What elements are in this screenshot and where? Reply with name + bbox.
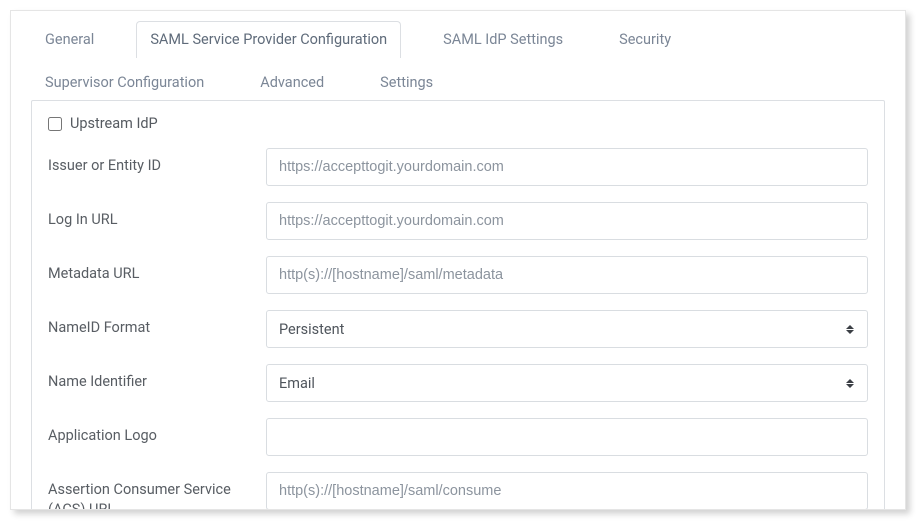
- metadata-url-input[interactable]: [266, 256, 868, 294]
- tab-supervisor[interactable]: Supervisor Configuration: [31, 64, 218, 101]
- saml-sp-panel: Upstream IdP Issuer or Entity ID Log In …: [31, 100, 885, 510]
- login-url-label: Log In URL: [48, 202, 266, 230]
- acs-url-label: Assertion Consumer Service (ACS) URL: [48, 472, 266, 510]
- tab-general[interactable]: General: [31, 21, 108, 58]
- upstream-idp-label[interactable]: Upstream IdP: [70, 115, 158, 132]
- name-identifier-label: Name Identifier: [48, 364, 266, 392]
- nameid-format-value: Persistent: [279, 321, 344, 338]
- tab-saml-sp[interactable]: SAML Service Provider Configuration: [136, 21, 401, 58]
- tab-saml-idp[interactable]: SAML IdP Settings: [429, 21, 577, 58]
- name-identifier-value: Email: [279, 375, 315, 392]
- tab-settings[interactable]: Settings: [366, 64, 447, 101]
- tab-advanced[interactable]: Advanced: [246, 64, 338, 101]
- application-logo-label: Application Logo: [48, 418, 266, 446]
- login-url-input[interactable]: [266, 202, 868, 240]
- issuer-label: Issuer or Entity ID: [48, 148, 266, 176]
- sort-icon: [845, 322, 855, 336]
- acs-url-input[interactable]: [266, 472, 868, 510]
- nameid-format-label: NameID Format: [48, 310, 266, 338]
- application-logo-input[interactable]: [266, 418, 868, 456]
- nameid-format-select[interactable]: Persistent: [266, 310, 868, 348]
- upstream-idp-checkbox[interactable]: [48, 117, 62, 131]
- sort-icon: [845, 376, 855, 390]
- issuer-input[interactable]: [266, 148, 868, 186]
- metadata-url-label: Metadata URL: [48, 256, 266, 284]
- config-card: General SAML Service Provider Configurat…: [10, 10, 906, 510]
- tab-bar: General SAML Service Provider Configurat…: [11, 11, 905, 101]
- tab-security[interactable]: Security: [605, 21, 685, 58]
- name-identifier-select[interactable]: Email: [266, 364, 868, 402]
